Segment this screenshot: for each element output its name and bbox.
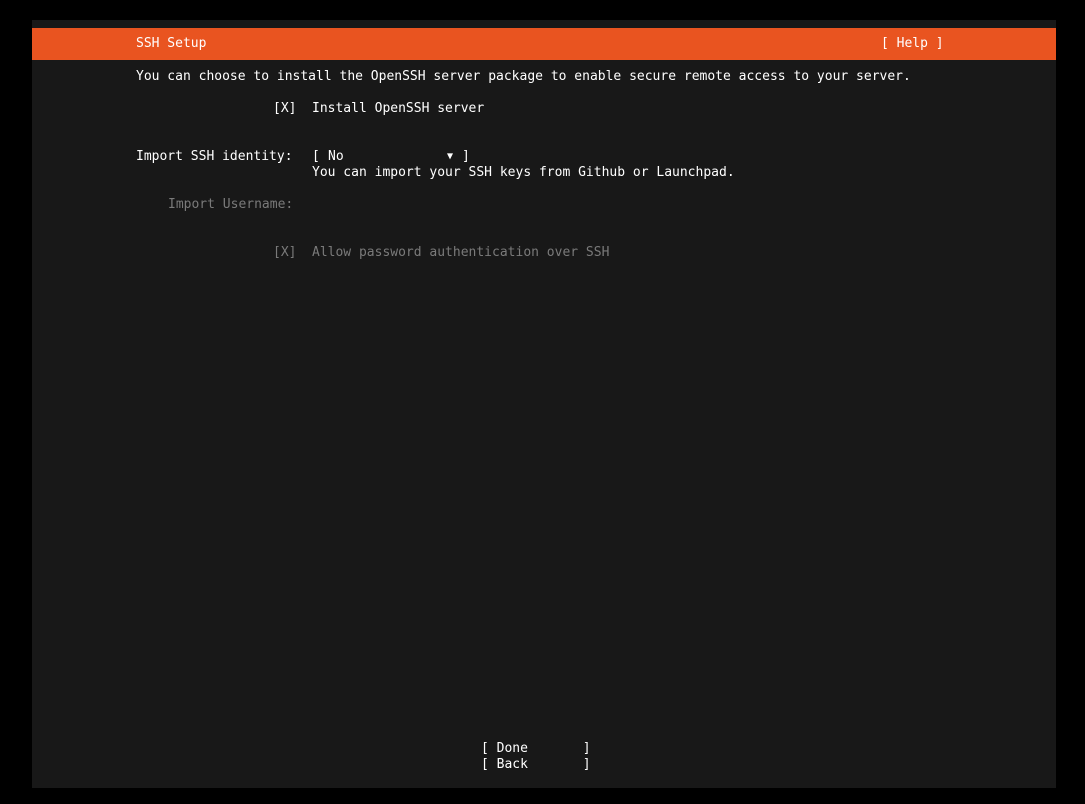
import-username-label: Import Username: (168, 197, 294, 212)
dropdown-selected-value: No (328, 149, 344, 164)
password-auth-row: [X] Allow password authentication over S… (32, 245, 1056, 516)
installer-screen: SSH Setup [ Help ] You can choose to ins… (32, 20, 1056, 788)
import-identity-dropdown[interactable]: [ No ▼ ] (32, 149, 1056, 356)
password-auth-checkbox: [X] (273, 245, 297, 260)
dropdown-open-bracket: [ (312, 149, 320, 164)
password-auth-label: Allow password authentication over SSH (312, 245, 610, 260)
dropdown-close-bracket: ] (462, 149, 470, 164)
title-bar: SSH Setup [ Help ] (32, 28, 1056, 60)
chevron-down-icon: ▼ (447, 151, 454, 162)
import-identity-hint: You can import your SSH keys from Github… (312, 165, 735, 180)
back-button[interactable]: [ Back ] (481, 757, 591, 773)
import-identity-label: Import SSH identity: (136, 149, 293, 164)
install-openssh-checkbox[interactable]: [X] (273, 101, 296, 117)
done-button[interactable]: [ Done ] (481, 741, 591, 757)
help-button[interactable]: [ Help ] (881, 36, 944, 52)
install-openssh-label: Install OpenSSH server (312, 101, 485, 116)
page-title: SSH Setup (136, 36, 207, 51)
intro-text: You can choose to install the OpenSSH se… (136, 69, 911, 84)
